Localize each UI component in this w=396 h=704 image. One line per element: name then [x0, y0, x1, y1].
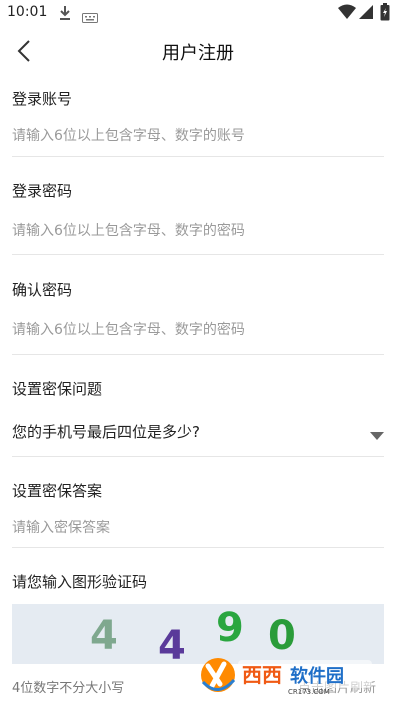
- page-title: 用户注册: [162, 43, 234, 64]
- dropdown-arrow-icon: [370, 425, 384, 444]
- account-input[interactable]: [12, 121, 384, 151]
- security-question-select[interactable]: 您的手机号最后四位是多少?: [12, 412, 384, 450]
- watermark-logo: 西西 软件园 CR173.COM: [201, 658, 372, 696]
- security-question-label: 设置密保问题: [12, 380, 103, 398]
- password-label: 登录密码: [12, 182, 73, 200]
- security-answer-input[interactable]: [12, 513, 384, 543]
- security-answer-label: 设置密保答案: [12, 482, 103, 500]
- account-label: 登录账号: [12, 90, 73, 108]
- confirm-password-label: 确认密码: [12, 281, 73, 299]
- divider: [12, 456, 384, 457]
- svg-text:CR173.COM: CR173.COM: [288, 688, 330, 696]
- svg-text:西西: 西西: [242, 663, 282, 687]
- divider: [12, 156, 384, 157]
- watermark-emblem-icon: [201, 658, 236, 692]
- download-icon: [58, 5, 72, 25]
- wifi-icon: [338, 4, 356, 24]
- divider: [12, 354, 384, 355]
- status-time: 10:01: [7, 4, 48, 20]
- keyboard-icon: [82, 8, 98, 27]
- divider: [12, 547, 384, 548]
- captcha-label: 请您输入图形验证码: [12, 573, 148, 591]
- svg-text:软件园: 软件园: [290, 665, 344, 687]
- captcha-hint: 4位数字不分大小写: [12, 681, 125, 696]
- captcha-digit: 4: [90, 613, 118, 659]
- password-input[interactable]: [12, 216, 384, 246]
- confirm-password-input[interactable]: [12, 315, 384, 345]
- captcha-digit: 4: [158, 623, 186, 664]
- status-bar: 10:01: [0, 0, 396, 26]
- signal-icon: [358, 4, 374, 24]
- battery-icon: [380, 3, 390, 25]
- nav-bar: 用户注册: [0, 28, 396, 74]
- security-question-value: 您的手机号最后四位是多少?: [12, 423, 200, 441]
- divider: [12, 254, 384, 255]
- captcha-digit: 9: [216, 605, 244, 651]
- captcha-digit: 0: [268, 613, 296, 659]
